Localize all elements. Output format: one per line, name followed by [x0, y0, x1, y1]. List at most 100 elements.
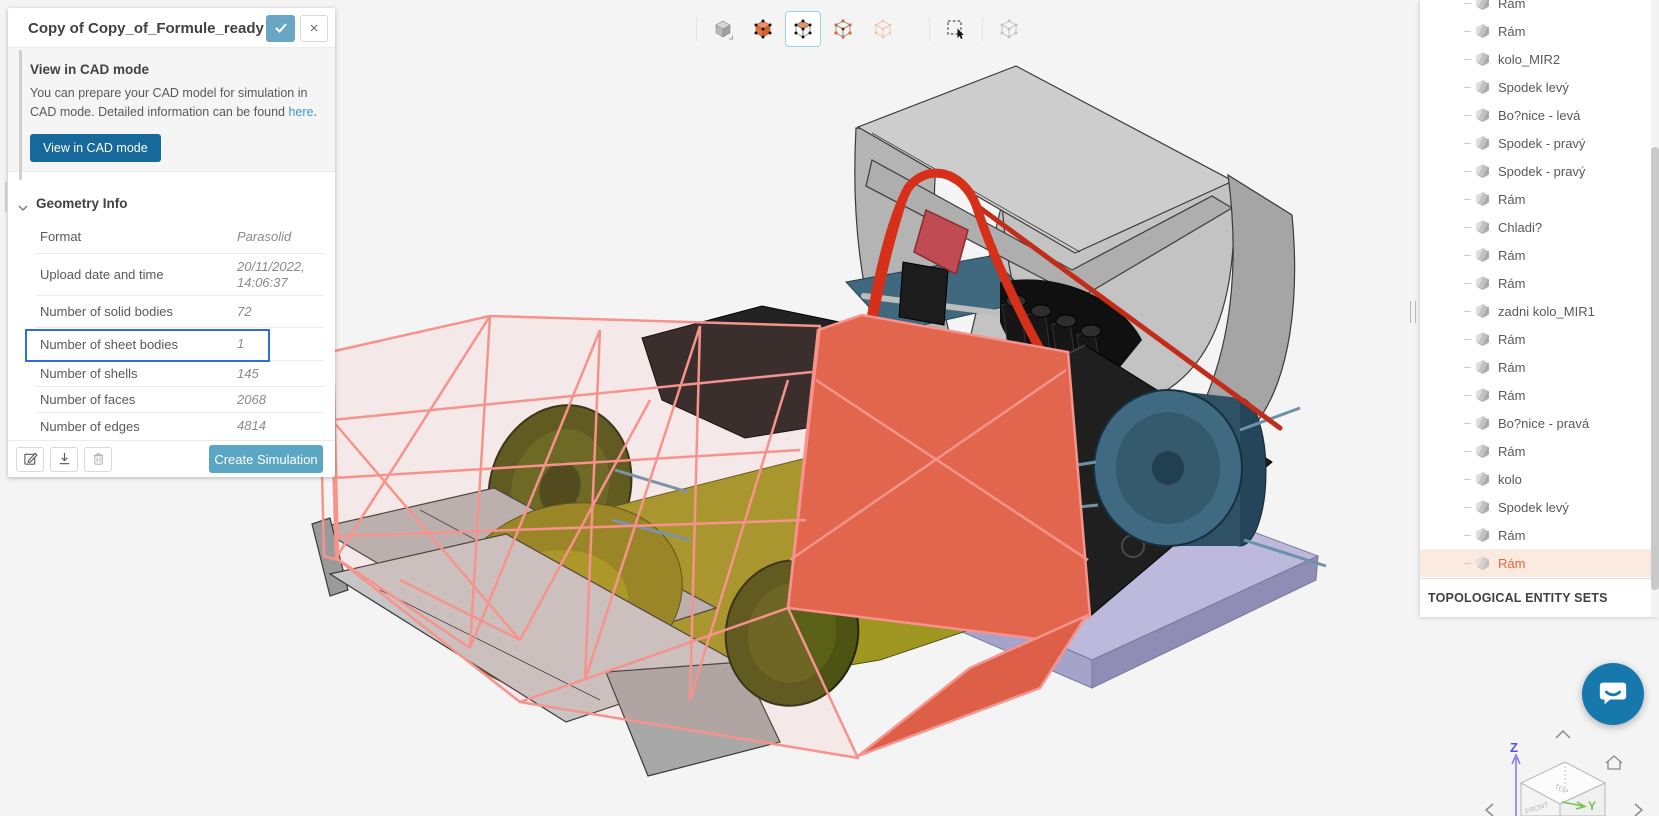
tree-item[interactable]: Rám: [1420, 381, 1659, 409]
trash-icon: [91, 451, 106, 469]
chat-launcher-button[interactable]: [1582, 663, 1644, 725]
collapse-dash: [1464, 450, 1471, 452]
body-cube-icon: [1476, 220, 1489, 234]
tree-item[interactable]: kolo_MIR2: [1420, 45, 1659, 73]
tree-item[interactable]: zadni kolo_MIR1: [1420, 297, 1659, 325]
delete-button[interactable]: [84, 447, 112, 472]
body-cube-icon: [1476, 528, 1489, 542]
body-cube-icon: [1476, 360, 1489, 374]
tree-item[interactable]: Rám: [1420, 437, 1659, 465]
collapse-dash: [1464, 58, 1471, 60]
select-edges-cube-icon[interactable]: [825, 11, 861, 47]
body-cube-icon: [1476, 24, 1489, 38]
y-axis-label: Y: [1588, 799, 1596, 813]
tree-scrollbar-thumb[interactable]: [1651, 147, 1659, 590]
simscale-workbench: { "left_panel": { "header": { "title": "…: [0, 0, 1659, 816]
tree-item[interactable]: Spodek levý: [1420, 493, 1659, 521]
create-simulation-button[interactable]: Create Simulation: [209, 445, 323, 473]
collapse-dash: [1464, 534, 1471, 536]
tree-item-selected[interactable]: Rám: [1420, 549, 1659, 577]
tree-item[interactable]: Rám: [1420, 185, 1659, 213]
topological-entity-sets-section[interactable]: TOPOLOGICAL ENTITY SETS: [1420, 578, 1659, 617]
tree-item[interactable]: Rám: [1420, 0, 1659, 17]
collapse-dash: [1464, 170, 1471, 172]
panel-resize-handle[interactable]: [5, 182, 7, 212]
collapse-dash: [1464, 338, 1471, 340]
rotate-left-chevron[interactable]: [1484, 803, 1494, 816]
entity-set-cube-icon[interactable]: [991, 11, 1027, 47]
chassis-frame-selected[interactable]: [318, 313, 1092, 760]
cad-mode-heading: View in CAD mode: [30, 62, 150, 77]
tree-item[interactable]: Spodek - pravý: [1420, 157, 1659, 185]
panel-scrollbar[interactable]: [19, 50, 22, 180]
body-cube-icon: [1476, 0, 1489, 10]
body-cube-icon: [1476, 52, 1489, 66]
tree-item[interactable]: Chladi?: [1420, 213, 1659, 241]
download-button[interactable]: [50, 447, 78, 472]
chevron-down-icon[interactable]: [18, 200, 28, 215]
body-cube-icon: [1476, 500, 1489, 514]
panel-title: Copy of Copy_of_Formule_ready: [28, 20, 264, 37]
geometry-info-heading[interactable]: Geometry Info: [36, 196, 128, 211]
download-icon: [57, 451, 72, 469]
panel-footer: Create Simulation: [8, 440, 335, 477]
edit-button[interactable]: [16, 447, 44, 472]
collapse-dash: [1464, 254, 1471, 256]
tree-item[interactable]: Bo?nice - levá: [1420, 101, 1659, 129]
z-axis: [1511, 753, 1521, 816]
render-mode-cube-icon[interactable]: [705, 11, 741, 47]
rotate-up-chevron[interactable]: [1555, 729, 1571, 739]
tree-item[interactable]: Rám: [1420, 241, 1659, 269]
collapse-dash: [1464, 2, 1471, 4]
toolbar-divider: [696, 17, 697, 41]
collapse-dash: [1464, 30, 1471, 32]
tree-item[interactable]: kolo: [1420, 465, 1659, 493]
geometry-settings-panel: Copy of Copy_of_Formule_ready × View in …: [5, 8, 335, 477]
table-row: Number of faces 2068: [36, 387, 324, 413]
home-icon[interactable]: [1605, 755, 1623, 770]
body-cube-icon: [1476, 444, 1489, 458]
body-cube-icon: [1476, 556, 1489, 570]
check-icon: [274, 21, 288, 37]
tree-item[interactable]: Bo?nice - pravá: [1420, 409, 1659, 437]
tree-item[interactable]: Rám: [1420, 269, 1659, 297]
scene-tree-panel: Rám Rám kolo_MIR2 Spodek levý Bo?nice - …: [1420, 0, 1659, 617]
cad-mode-section: View in CAD mode You can prepare your CA…: [8, 48, 335, 172]
here-link[interactable]: here: [288, 105, 313, 119]
tree-item[interactable]: Rám: [1420, 17, 1659, 45]
tree-item[interactable]: Rám: [1420, 325, 1659, 353]
body-cube-icon: [1476, 416, 1489, 430]
collapse-dash: [1464, 142, 1471, 144]
close-button[interactable]: ×: [300, 15, 328, 42]
collapse-dash: [1464, 366, 1471, 368]
collapse-dash: [1464, 478, 1471, 480]
rotate-right-chevron[interactable]: [1634, 803, 1644, 816]
tree-panel-resize-handle[interactable]: [1410, 301, 1416, 323]
tree-item[interactable]: Spodek levý: [1420, 73, 1659, 101]
panel-header: Copy of Copy_of_Formule_ready ×: [8, 8, 335, 48]
collapse-dash: [1464, 282, 1471, 284]
body-cube-icon: [1476, 332, 1489, 346]
rear-wheel[interactable]: [1093, 389, 1267, 547]
viewer-toolbar: [690, 10, 1029, 48]
select-vertices-cube-icon[interactable]: [865, 11, 901, 47]
body-cube-icon: [1476, 248, 1489, 262]
body-cube-icon: [1476, 108, 1489, 122]
select-volumes-cube-icon[interactable]: [745, 11, 781, 47]
collapse-dash: [1464, 114, 1471, 116]
collapse-dash: [1464, 422, 1471, 424]
select-faces-cube-icon[interactable]: [785, 11, 821, 47]
tree-item[interactable]: Spodek - pravý: [1420, 129, 1659, 157]
tree-item[interactable]: Rám: [1420, 521, 1659, 549]
close-icon: ×: [309, 20, 319, 37]
table-row: Number of solid bodies 72: [36, 296, 324, 328]
view-in-cad-mode-button[interactable]: View in CAD mode: [30, 134, 161, 162]
edit-icon: [23, 451, 38, 469]
confirm-button[interactable]: [266, 15, 295, 42]
body-cube-icon: [1476, 136, 1489, 150]
table-row: Upload date and time 20/11/2022, 14:06:3…: [36, 254, 324, 296]
box-select-icon[interactable]: [938, 11, 974, 47]
tree-item[interactable]: Rám: [1420, 353, 1659, 381]
body-cube-icon: [1476, 276, 1489, 290]
table-row: Format Parasolid: [36, 220, 324, 254]
